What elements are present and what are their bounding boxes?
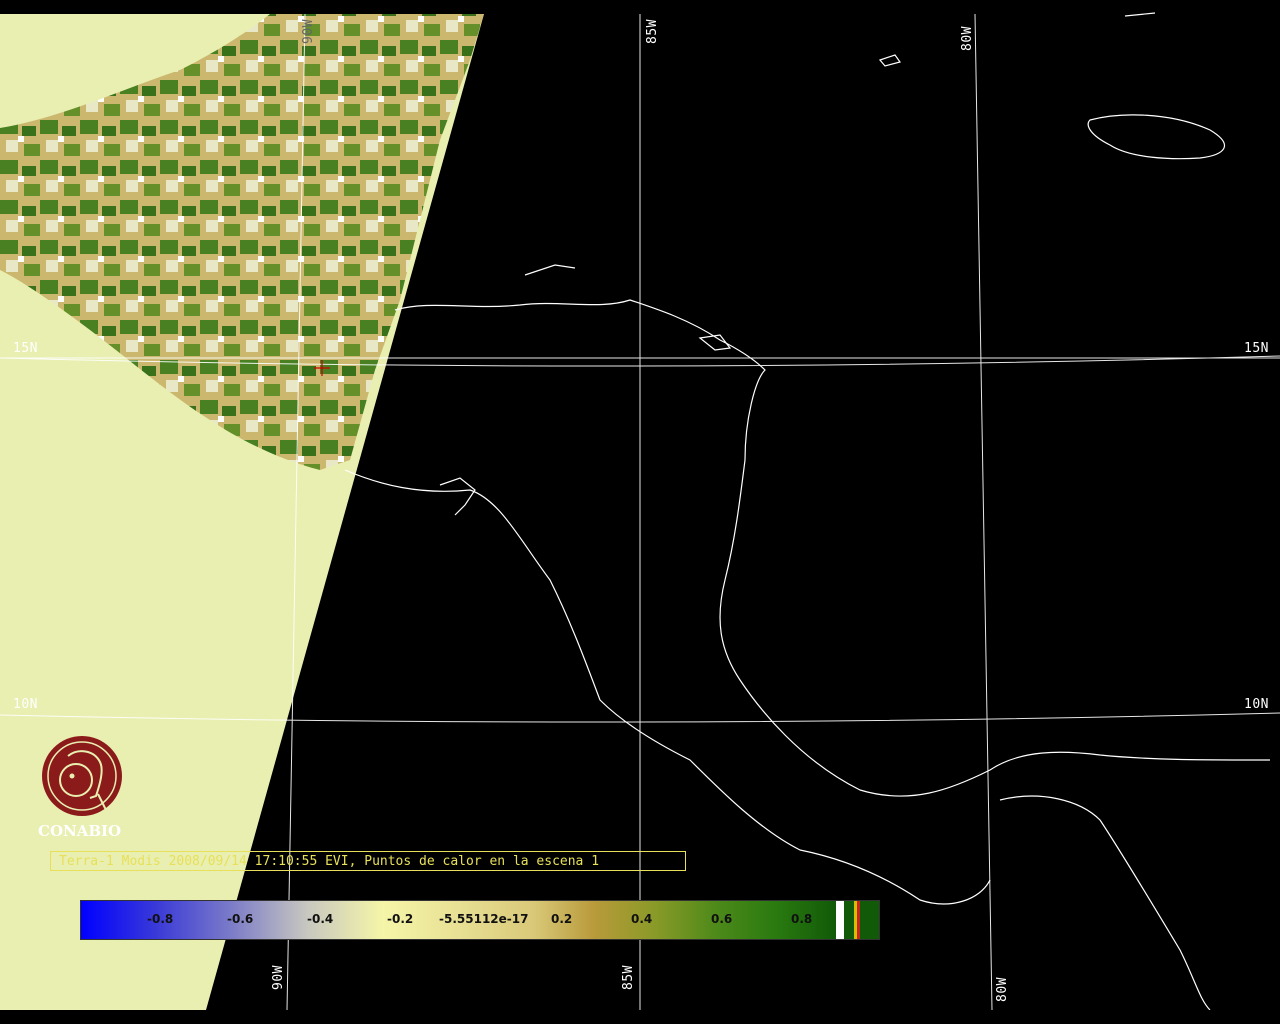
label-85w-top: 85W — [644, 19, 660, 44]
tick-label: 0.6 — [711, 912, 733, 926]
tick-label: -0.4 — [307, 912, 334, 926]
conabio-logo-text: CONABIO — [38, 822, 122, 840]
tick-label: 0.4 — [631, 912, 653, 926]
label-10n-left: 10N — [13, 697, 38, 712]
scene-caption: Terra-1 Modis 2008/09/14 17:10:55 EVI, P… — [50, 851, 686, 871]
conabio-logo-icon — [42, 736, 122, 816]
tick-label: -0.6 — [227, 912, 254, 926]
evi-colorbar: -0.8 -0.6 -0.4 -0.2 -5.55112e-17 0.2 0.4… — [80, 900, 880, 940]
swatch-end — [860, 901, 879, 939]
label-10n-right: 10N — [1244, 697, 1269, 712]
tick-label: 0.2 — [551, 912, 573, 926]
label-90w-top: 90W — [300, 19, 316, 44]
tick-label: -0.2 — [387, 912, 414, 926]
swatch-white — [836, 901, 844, 939]
label-15n-left: 15N — [13, 341, 38, 356]
tick-label: 0.8 — [791, 912, 813, 926]
swatch-dark — [844, 901, 854, 939]
label-80w-top: 80W — [959, 26, 975, 51]
tick-label: -5.55112e-17 — [439, 912, 529, 926]
label-85w-bottom: 85W — [620, 965, 636, 990]
label-90w-bottom: 90W — [270, 965, 286, 990]
tick-label: -0.8 — [147, 912, 174, 926]
label-80w-bottom: 80W — [994, 977, 1010, 1002]
label-15n-right: 15N — [1244, 341, 1269, 356]
